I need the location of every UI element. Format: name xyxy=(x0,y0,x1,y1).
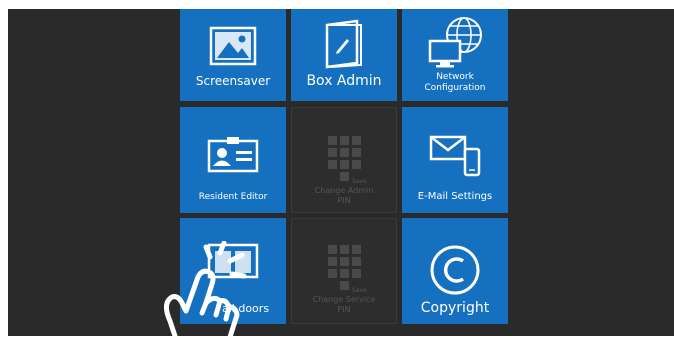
id-card-icon xyxy=(207,137,259,173)
network-globe-icon xyxy=(428,17,482,68)
change-service-pin-label-line2: PIN xyxy=(337,305,351,314)
screensaver-tile[interactable]: Screensaver xyxy=(180,9,286,101)
change-admin-pin-tile: Save Change Admin PIN xyxy=(291,107,397,213)
copyright-label: Copyright xyxy=(420,300,490,316)
service-pin-save-key-label: Save xyxy=(352,287,367,294)
admin-menu-screen: Screensaver Box Admin Network Configurat… xyxy=(8,9,674,336)
resident-editor-tile[interactable]: Resident Editor xyxy=(180,107,286,213)
box-admin-tile[interactable]: Box Admin xyxy=(291,9,397,101)
keypad-icon xyxy=(328,245,361,290)
resident-editor-label: Resident Editor xyxy=(198,192,268,202)
email-phone-icon xyxy=(429,135,481,177)
email-settings-tile[interactable]: E-Mail Settings xyxy=(402,107,508,213)
network-configuration-tile[interactable]: Network Configuration xyxy=(402,9,508,101)
change-admin-pin-label-line1: Change Admin xyxy=(314,186,374,195)
email-settings-label: E-Mail Settings xyxy=(417,191,493,202)
copyright-tile[interactable]: Copyright xyxy=(402,218,508,324)
network-label-line1: Network xyxy=(436,72,474,82)
screensaver-label: Screensaver xyxy=(195,74,271,88)
copyright-icon xyxy=(430,245,480,295)
admin-pin-save-key-label: Save xyxy=(352,178,367,185)
folder-pen-icon xyxy=(325,19,362,69)
change-service-pin-label-line1: Change Service xyxy=(312,295,376,304)
change-admin-pin-label-line2: PIN xyxy=(337,196,351,205)
tap-hand-icon xyxy=(164,241,247,336)
image-icon xyxy=(209,26,257,66)
network-label-line2: Configuration xyxy=(424,83,486,93)
box-admin-label: Box Admin xyxy=(306,73,382,89)
change-service-pin-tile: Save Change Service PIN xyxy=(291,218,397,324)
keypad-icon xyxy=(328,136,361,181)
